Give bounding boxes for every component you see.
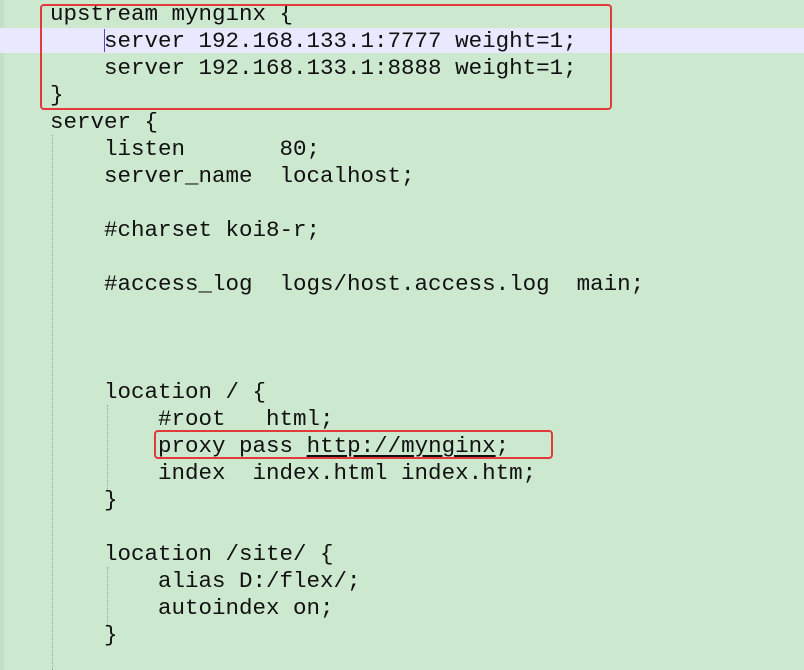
upstream-highlight-box — [40, 4, 612, 110]
code-line-alias[interactable]: alias D:/flex/; — [50, 568, 361, 595]
code-editor[interactable]: upstream mynginx { server 192.168.133.1:… — [0, 0, 804, 670]
code-line-location-site-close[interactable]: } — [50, 622, 118, 649]
code-line-charset[interactable]: #charset koi8-r; — [50, 217, 320, 244]
code-line-access-log[interactable]: #access_log logs/host.access.log main; — [50, 271, 644, 298]
code-line-index[interactable]: index index.html index.htm; — [50, 460, 536, 487]
fold-gutter — [0, 0, 4, 670]
code-line-listen[interactable]: listen 80; — [50, 136, 320, 163]
code-line-autoindex[interactable]: autoindex on; — [50, 595, 334, 622]
code-line-location-root[interactable]: location / { — [50, 379, 266, 406]
code-line-server-name[interactable]: server_name localhost; — [50, 163, 415, 190]
code-line-server-block[interactable]: server { — [50, 109, 158, 136]
code-line-location-site[interactable]: location /site/ { — [50, 541, 334, 568]
code-line-location-close[interactable]: } — [50, 487, 118, 514]
code-line-root-comment[interactable]: #root html; — [50, 406, 334, 433]
proxy-pass-indent — [50, 433, 158, 459]
proxy-pass-highlight-box — [154, 430, 553, 459]
